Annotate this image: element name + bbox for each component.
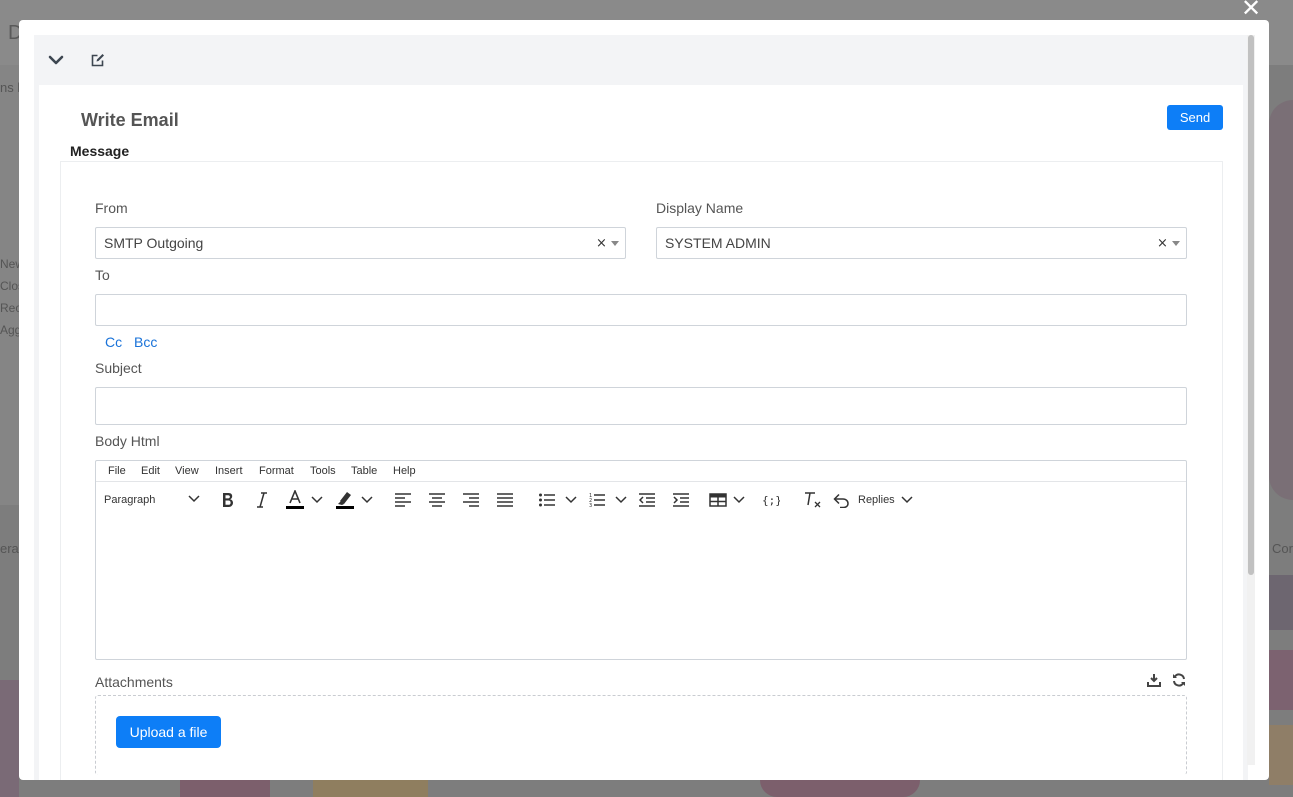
bold-icon[interactable] — [216, 487, 240, 513]
message-section-label: Message — [70, 143, 130, 159]
clear-format-icon[interactable] — [802, 487, 824, 513]
background-chart-segment — [1269, 725, 1293, 785]
chevron-down-icon — [901, 496, 913, 504]
menu-help[interactable]: Help — [393, 465, 416, 477]
menu-insert[interactable]: Insert — [215, 465, 243, 477]
background-pie-chart — [1269, 100, 1293, 500]
block-format-value: Paragraph — [104, 494, 156, 506]
modal-header — [34, 35, 1248, 85]
align-center-icon[interactable] — [426, 487, 448, 513]
editor-menubar: File Edit View Insert Format Tools Table… — [96, 461, 1186, 482]
outdent-icon[interactable] — [636, 487, 658, 513]
page-title: Write Email — [81, 110, 179, 130]
bullet-list-icon[interactable] — [536, 487, 558, 513]
background-chart-segment — [313, 780, 428, 797]
block-format-select[interactable]: Paragraph — [104, 487, 204, 513]
write-email-modal: Write Email Send Message From SMTP Outgo… — [19, 20, 1269, 780]
body-html-label: Body Html — [95, 433, 160, 449]
attachments-label: Attachments — [95, 674, 173, 690]
subject-label: Subject — [95, 360, 142, 376]
close-icon[interactable]: ✕ — [1240, 0, 1262, 20]
display-name-value: SYSTEM ADMIN — [665, 235, 771, 251]
menu-tools[interactable]: Tools — [310, 465, 336, 477]
editor-toolbar: Paragraph 1 2 3 {;} Replies — [96, 483, 1186, 517]
background-column-fragment-right: Cor — [1272, 541, 1293, 556]
svg-text:3: 3 — [589, 503, 592, 508]
menu-edit[interactable]: Edit — [141, 465, 160, 477]
cc-link[interactable]: Cc — [105, 334, 122, 350]
modal-body: Write Email Send Message From SMTP Outgo… — [34, 85, 1248, 780]
edit-icon[interactable] — [88, 50, 108, 70]
display-name-select[interactable]: SYSTEM ADMIN × — [656, 227, 1187, 259]
replies-label: Replies — [858, 494, 895, 506]
menu-format[interactable]: Format — [259, 465, 294, 477]
text-color-icon[interactable] — [284, 487, 306, 513]
attachment-dropzone[interactable]: Upload a file — [95, 695, 1187, 775]
email-card: Write Email Send Message From SMTP Outgo… — [39, 85, 1243, 780]
background-column-fragment: era — [0, 541, 19, 556]
background-chart-segment — [0, 680, 19, 797]
from-label: From — [95, 200, 128, 216]
indent-icon[interactable] — [670, 487, 692, 513]
bullet-list-chevron-icon[interactable] — [564, 487, 578, 513]
send-button[interactable]: Send — [1167, 105, 1223, 130]
undo-icon[interactable] — [830, 487, 852, 513]
background-chart-segment — [1269, 575, 1293, 630]
rich-text-editor: File Edit View Insert Format Tools Table… — [95, 460, 1187, 660]
chevron-down-icon[interactable] — [46, 50, 66, 70]
from-value: SMTP Outgoing — [104, 235, 204, 251]
numbered-list-chevron-icon[interactable] — [614, 487, 628, 513]
align-left-icon[interactable] — [392, 487, 414, 513]
menu-file[interactable]: File — [108, 465, 126, 477]
replies-select[interactable]: Replies — [858, 487, 916, 513]
editor-content-area[interactable] — [96, 517, 1186, 659]
menu-table[interactable]: Table — [351, 465, 377, 477]
from-select[interactable]: SMTP Outgoing × — [95, 227, 626, 259]
subject-input[interactable] — [95, 387, 1187, 425]
display-name-clear-icon[interactable]: × — [1157, 236, 1168, 251]
align-justify-icon[interactable] — [494, 487, 516, 513]
modal-scrollbar-thumb[interactable] — [1248, 35, 1254, 575]
numbered-list-icon[interactable]: 123 — [586, 487, 608, 513]
table-chevron-icon[interactable] — [732, 487, 746, 513]
align-right-icon[interactable] — [460, 487, 482, 513]
download-icon[interactable] — [1145, 671, 1163, 689]
code-sample-icon[interactable]: {;} — [760, 487, 782, 513]
bcc-link[interactable]: Bcc — [134, 334, 157, 350]
svg-text:{;}: {;} — [762, 494, 780, 507]
background-chart-segment — [180, 780, 270, 797]
refresh-icon[interactable] — [1170, 671, 1188, 689]
upload-file-button[interactable]: Upload a file — [116, 716, 221, 748]
text-color-chevron-icon[interactable] — [310, 487, 324, 513]
background-chart-segment — [760, 780, 920, 797]
italic-icon[interactable] — [250, 487, 274, 513]
highlight-chevron-icon[interactable] — [360, 487, 374, 513]
to-label: To — [95, 267, 110, 283]
from-caret-icon[interactable] — [611, 241, 619, 246]
display-name-caret-icon[interactable] — [1172, 241, 1180, 246]
background-chart-segment — [1269, 650, 1293, 710]
highlight-icon[interactable] — [334, 487, 356, 513]
table-icon[interactable] — [708, 487, 728, 513]
to-input[interactable] — [95, 294, 1187, 326]
menu-view[interactable]: View — [175, 465, 199, 477]
display-name-label: Display Name — [656, 200, 744, 216]
from-clear-icon[interactable]: × — [596, 236, 607, 251]
chevron-down-icon — [188, 495, 200, 503]
